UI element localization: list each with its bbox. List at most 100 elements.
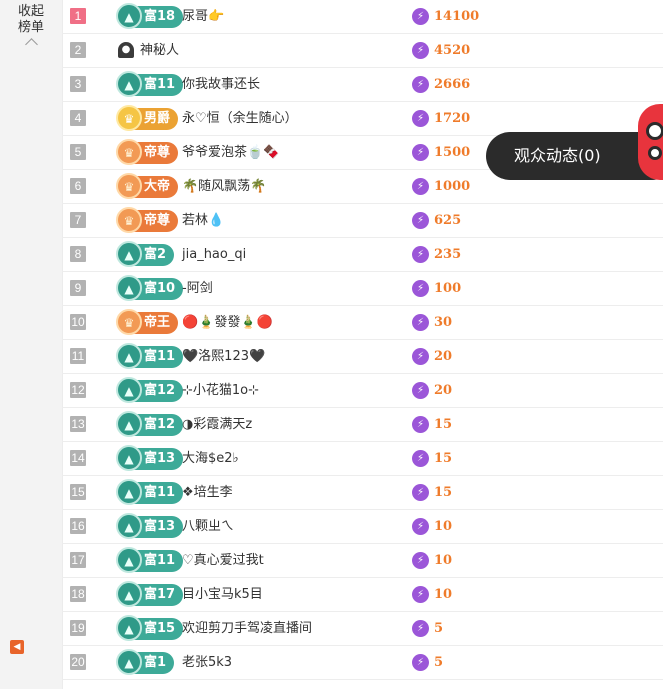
- noble-title-badge: ♛ 大帝: [116, 173, 179, 199]
- rank-number: 6: [70, 178, 86, 194]
- rank-number: 14: [70, 450, 86, 466]
- audience-activity-button[interactable]: 观众动态(0): [486, 132, 663, 180]
- ranking-row[interactable]: 20 ▲ 富1 老张5k3 ⚡ 5: [62, 646, 663, 680]
- rank-number: 17: [70, 552, 86, 568]
- wealth-level-badge: ▲ 富15: [116, 615, 184, 641]
- badge-label: 富12: [144, 417, 176, 432]
- noble-emblem-icon: ♛: [116, 139, 142, 165]
- lightning-coin-icon: ⚡: [412, 212, 429, 229]
- user-name[interactable]: 永♡恒（余生随心）: [182, 102, 298, 135]
- ranking-row[interactable]: 13 ▲ 富12 ◑彩霞满天z ⚡ 15: [62, 408, 663, 442]
- mystery-user-icon: ●: [118, 42, 134, 58]
- lightning-coin-icon: ⚡: [412, 144, 429, 161]
- mascot-icon[interactable]: [638, 104, 663, 180]
- ranking-row[interactable]: 17 ▲ 富11 ♡真心爱过我t ⚡ 10: [62, 544, 663, 578]
- user-name[interactable]: 大海$e2♭: [182, 442, 239, 475]
- lightning-coin-icon: ⚡: [412, 620, 429, 637]
- wealth-emblem-icon: ▲: [116, 411, 142, 437]
- rank-number: 12: [70, 382, 86, 398]
- ranking-row[interactable]: 10 ♛ 帝王 🔴🎍發發🎍🔴 ⚡ 30: [62, 306, 663, 340]
- ranking-list: 1 ▲ 富18 尿哥👉 ⚡ 14100 2 ● 神秘人 ⚡ 4520 3 ▲ 富11 你我故事还长 ⚡ 2666…: [62, 0, 663, 680]
- ranking-row[interactable]: 15 ▲ 富11 ❖培生李 ⚡ 15: [62, 476, 663, 510]
- user-name[interactable]: 欢迎剪刀手驾凌直播间: [182, 612, 312, 645]
- lightning-coin-icon: ⚡: [412, 8, 429, 25]
- contribution-amount: 100: [434, 281, 462, 296]
- contribution-amount: 235: [434, 247, 462, 262]
- badge-label: 富10: [144, 281, 176, 296]
- badge-label: 富13: [144, 451, 176, 466]
- wealth-level-badge: ▲ 富12: [116, 411, 184, 437]
- contribution-amount: 1720: [434, 111, 471, 126]
- lightning-coin-icon: ⚡: [412, 450, 429, 467]
- noble-title-badge: ♛ 帝尊: [116, 139, 179, 165]
- lightning-coin-icon: ⚡: [412, 484, 429, 501]
- lightning-coin-icon: ⚡: [412, 42, 429, 59]
- user-name[interactable]: 🔴🎍發發🎍🔴: [182, 306, 273, 339]
- wealth-level-badge: ▲ 富13: [116, 513, 184, 539]
- wealth-emblem-icon: ▲: [116, 445, 142, 471]
- contribution-amount: 30: [434, 315, 453, 330]
- ranking-row[interactable]: 12 ▲ 富12 ⊹小花猫1o⊹ ⚡ 20: [62, 374, 663, 408]
- wealth-emblem-icon: ▲: [116, 479, 142, 505]
- user-name[interactable]: 爷爷爱泡茶🍵🍫: [182, 136, 279, 169]
- ranking-row[interactable]: 11 ▲ 富11 🖤洛熙123🖤 ⚡ 20: [62, 340, 663, 374]
- noble-emblem-icon: ♛: [116, 173, 142, 199]
- ranking-row[interactable]: 1 ▲ 富18 尿哥👉 ⚡ 14100: [62, 0, 663, 34]
- contribution-amount: 20: [434, 383, 453, 398]
- ranking-row[interactable]: 2 ● 神秘人 ⚡ 4520: [62, 34, 663, 68]
- user-name[interactable]: 🌴随风飘荡🌴: [182, 170, 266, 203]
- mascot-eye: [646, 122, 663, 140]
- mascot-eye: [648, 146, 662, 160]
- user-name[interactable]: ⊹小花猫1o⊹: [182, 374, 259, 407]
- rank-number: 11: [70, 348, 86, 364]
- ranking-row[interactable]: 3 ▲ 富11 你我故事还长 ⚡ 2666: [62, 68, 663, 102]
- ranking-row[interactable]: 18 ▲ 富17 目小宝马k5目 ⚡ 10: [62, 578, 663, 612]
- wealth-emblem-icon: ▲: [116, 615, 142, 641]
- user-name[interactable]: 🖤洛熙123🖤: [182, 340, 265, 373]
- contribution-amount: 625: [434, 213, 462, 228]
- wealth-level-badge: ▲ 富1: [116, 649, 175, 675]
- audience-activity-label: 观众动态(0): [514, 146, 601, 165]
- user-name[interactable]: ❖培生李: [182, 476, 233, 509]
- rank-number: 8: [70, 246, 86, 262]
- user-name[interactable]: ◑彩霞满天z: [182, 408, 252, 441]
- wealth-level-badge: ▲ 富11: [116, 479, 184, 505]
- user-name[interactable]: 若林💧: [182, 204, 224, 237]
- ranking-row[interactable]: 19 ▲ 富15 欢迎剪刀手驾凌直播间 ⚡ 5: [62, 612, 663, 646]
- user-name[interactable]: 目小宝马k5目: [182, 578, 263, 611]
- user-name[interactable]: -阿剑: [182, 272, 213, 305]
- lightning-coin-icon: ⚡: [412, 348, 429, 365]
- collapse-ranking-button[interactable]: 收起榜单: [0, 4, 62, 51]
- noble-emblem-icon: ♛: [116, 309, 142, 335]
- user-name[interactable]: jia_hao_qi: [182, 238, 246, 271]
- badge-label: 男爵: [144, 111, 171, 126]
- ranking-row[interactable]: 8 ▲ 富2 jia_hao_qi ⚡ 235: [62, 238, 663, 272]
- user-name[interactable]: 八颗ㄓㄟ: [182, 510, 234, 543]
- badge-label: 富15: [144, 621, 176, 636]
- rank-number: 3: [70, 76, 86, 92]
- wealth-level-badge: ▲ 富11: [116, 547, 184, 573]
- badge-label: 帝王: [144, 315, 171, 330]
- badge-label: 富11: [144, 485, 176, 500]
- ranking-row[interactable]: 14 ▲ 富13 大海$e2♭ ⚡ 15: [62, 442, 663, 476]
- rank-number: 18: [70, 586, 86, 602]
- rank-number: 2: [70, 42, 86, 58]
- rank-number: 13: [70, 416, 86, 432]
- speaker-icon[interactable]: ◀: [10, 640, 24, 654]
- wealth-emblem-icon: ▲: [116, 343, 142, 369]
- contribution-amount: 5: [434, 655, 444, 670]
- badge-label: 富13: [144, 519, 176, 534]
- contribution-amount: 1500: [434, 145, 471, 160]
- ranking-row[interactable]: 7 ♛ 帝尊 若林💧 ⚡ 625: [62, 204, 663, 238]
- user-name[interactable]: 你我故事还长: [182, 68, 260, 101]
- user-name[interactable]: 神秘人: [140, 34, 179, 67]
- ranking-row[interactable]: 16 ▲ 富13 八颗ㄓㄟ ⚡ 10: [62, 510, 663, 544]
- user-name[interactable]: 老张5k3: [182, 646, 232, 679]
- lightning-coin-icon: ⚡: [412, 314, 429, 331]
- user-name[interactable]: ♡真心爱过我t: [182, 544, 264, 577]
- ranking-row[interactable]: 4 ♛ 男爵 永♡恒（余生随心） ⚡ 1720: [62, 102, 663, 136]
- ranking-row[interactable]: 9 ▲ 富10 -阿剑 ⚡ 100: [62, 272, 663, 306]
- user-name[interactable]: 尿哥👉: [182, 0, 224, 33]
- wealth-level-badge: ▲ 富11: [116, 343, 184, 369]
- wealth-emblem-icon: ▲: [116, 275, 142, 301]
